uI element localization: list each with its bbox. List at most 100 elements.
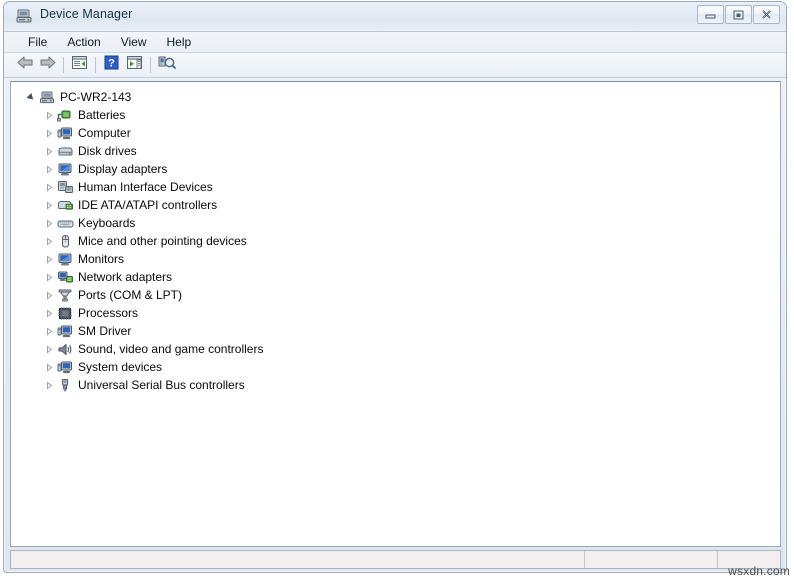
update-driver-button[interactable] — [123, 55, 146, 76]
ide-controller-icon — [56, 197, 74, 213]
computer-icon — [56, 125, 74, 141]
tree-item-system-devices[interactable]: System devices — [11, 358, 780, 376]
tree-item-network-adapters[interactable]: Network adapters — [11, 268, 780, 286]
tree-item-human-interface-devices[interactable]: Human Interface Devices — [11, 178, 780, 196]
tree-item-sm-driver[interactable]: SM Driver — [11, 322, 780, 340]
toolbar-separator-2 — [95, 57, 96, 73]
tree-item-computer[interactable]: Computer — [11, 124, 780, 142]
tree-item-processors[interactable]: Processors — [11, 304, 780, 322]
collapsed-triangle-icon[interactable] — [43, 178, 56, 196]
mouse-icon — [56, 233, 74, 249]
toolbar: ? — [4, 53, 786, 78]
tree-item-label: IDE ATA/ATAPI controllers — [78, 198, 218, 212]
menu-item-view[interactable]: View — [111, 34, 157, 51]
minimize-button[interactable] — [697, 5, 724, 24]
collapsed-triangle-icon[interactable] — [43, 286, 56, 304]
tree-item-label: Monitors — [78, 252, 125, 266]
watermark: wsxdn.com — [728, 564, 790, 578]
port-icon — [56, 287, 74, 303]
tree-item-ide-controllers[interactable]: IDE ATA/ATAPI controllers — [11, 196, 780, 214]
tree-item-label: Processors — [78, 306, 139, 320]
show-properties-button[interactable] — [68, 55, 91, 76]
menu-bar: File Action View Help — [4, 32, 786, 53]
device-tree-panel[interactable]: PC-WR2-143 Batteries Computer Disk drive… — [10, 81, 781, 547]
collapsed-triangle-icon[interactable] — [43, 268, 56, 286]
menu-item-file[interactable]: File — [18, 34, 57, 51]
forward-button[interactable] — [36, 55, 59, 76]
collapsed-triangle-icon[interactable] — [43, 106, 56, 124]
tree-item-label: Keyboards — [78, 216, 136, 230]
tree-item-label: Universal Serial Bus controllers — [78, 378, 245, 392]
toolbar-separator-1 — [63, 57, 64, 73]
help-question-icon: ? — [104, 55, 119, 75]
back-arrow-icon — [16, 55, 34, 75]
sm-driver-icon — [56, 323, 74, 339]
collapsed-triangle-icon[interactable] — [43, 124, 56, 142]
tree-item-label: Batteries — [78, 108, 126, 122]
status-bar — [10, 550, 781, 569]
collapsed-triangle-icon[interactable] — [43, 160, 56, 178]
tree-item-display-adapters[interactable]: Display adapters — [11, 160, 780, 178]
disk-drive-icon — [56, 143, 74, 159]
collapsed-triangle-icon[interactable] — [43, 214, 56, 232]
tree-item-label: Display adapters — [78, 162, 168, 176]
tree-item-mice[interactable]: Mice and other pointing devices — [11, 232, 780, 250]
tree-item-label: Sound, video and game controllers — [78, 342, 264, 356]
svg-text:?: ? — [108, 58, 115, 70]
tree-item-label: Computer — [78, 126, 131, 140]
tree-item-label: Network adapters — [78, 270, 173, 284]
tree-item-label: Disk drives — [78, 144, 137, 158]
tree-item-keyboards[interactable]: Keyboards — [11, 214, 780, 232]
forward-arrow-icon — [39, 55, 57, 75]
computer-root-icon — [38, 89, 56, 105]
sound-speaker-icon — [56, 341, 74, 357]
close-button[interactable] — [753, 5, 780, 24]
console-panel-icon — [126, 55, 143, 75]
collapsed-triangle-icon[interactable] — [43, 142, 56, 160]
collapsed-triangle-icon[interactable] — [43, 232, 56, 250]
keyboard-icon — [56, 215, 74, 231]
scan-hardware-changes-button[interactable] — [155, 55, 178, 76]
tree-item-label: SM Driver — [78, 324, 132, 338]
tree-item-batteries[interactable]: Batteries — [11, 106, 780, 124]
status-pane-secondary — [585, 551, 718, 568]
hid-icon — [56, 179, 74, 195]
menu-item-help[interactable]: Help — [157, 34, 202, 51]
device-manager-icon — [16, 8, 33, 24]
tree-item-monitors[interactable]: Monitors — [11, 250, 780, 268]
scan-hardware-icon — [158, 55, 176, 75]
window-title: Device Manager — [40, 7, 133, 21]
toolbar-separator-3 — [150, 57, 151, 73]
network-adapter-icon — [56, 269, 74, 285]
tree-item-label: Ports (COM & LPT) — [78, 288, 183, 302]
tree-root-node[interactable]: PC-WR2-143 — [11, 88, 780, 106]
tree-item-label: System devices — [78, 360, 163, 374]
device-tree: PC-WR2-143 Batteries Computer Disk drive… — [11, 82, 780, 394]
menu-item-action[interactable]: Action — [57, 34, 110, 51]
collapsed-triangle-icon[interactable] — [43, 304, 56, 322]
expanded-triangle-icon[interactable] — [25, 88, 38, 106]
monitor-icon — [56, 251, 74, 267]
tree-item-disk-drives[interactable]: Disk drives — [11, 142, 780, 160]
collapsed-triangle-icon[interactable] — [43, 358, 56, 376]
collapsed-triangle-icon[interactable] — [43, 340, 56, 358]
batteries-icon — [56, 107, 74, 123]
tree-item-sound-controllers[interactable]: Sound, video and game controllers — [11, 340, 780, 358]
display-adapter-icon — [56, 161, 74, 177]
tree-item-ports[interactable]: Ports (COM & LPT) — [11, 286, 780, 304]
collapsed-triangle-icon[interactable] — [43, 376, 56, 394]
restore-button[interactable] — [725, 5, 752, 24]
tree-item-usb-controllers[interactable]: Universal Serial Bus controllers — [11, 376, 780, 394]
back-button[interactable] — [13, 55, 36, 76]
system-device-icon — [56, 359, 74, 375]
device-manager-window: Device Manager File Action View Help ? P… — [3, 1, 787, 573]
tree-root-label: PC-WR2-143 — [60, 90, 132, 104]
collapsed-triangle-icon[interactable] — [43, 322, 56, 340]
title-bar: Device Manager — [4, 2, 786, 32]
usb-controller-icon — [56, 377, 74, 393]
help-button[interactable]: ? — [100, 55, 123, 76]
tree-item-label: Human Interface Devices — [78, 180, 213, 194]
collapsed-triangle-icon[interactable] — [43, 196, 56, 214]
collapsed-triangle-icon[interactable] — [43, 250, 56, 268]
tree-item-label: Mice and other pointing devices — [78, 234, 247, 248]
